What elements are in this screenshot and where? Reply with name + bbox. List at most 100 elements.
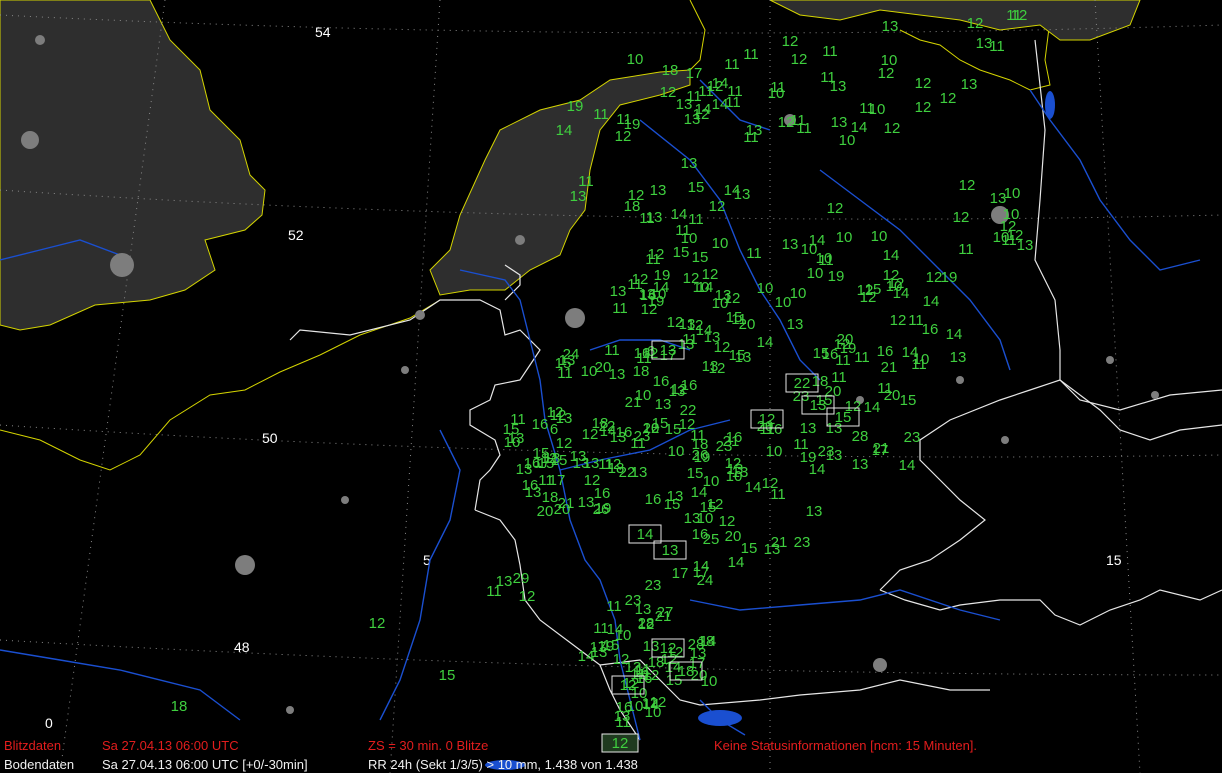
precip-value-label: 21 bbox=[771, 534, 788, 551]
precip-value-label: 13 bbox=[570, 188, 587, 205]
precip-value-label: 19 bbox=[654, 267, 671, 284]
city-munich bbox=[35, 35, 45, 45]
precip-value-label: 12 bbox=[953, 209, 970, 226]
precip-value-label: 12 bbox=[714, 339, 731, 356]
precip-value-label: 12 bbox=[791, 51, 808, 68]
precip-value-label: 12 bbox=[782, 33, 799, 50]
precip-value-label: 15 bbox=[900, 392, 917, 409]
precip-value-label: 12 bbox=[940, 90, 957, 107]
precip-value-label: 11 bbox=[743, 46, 759, 63]
precip-value-label: 13 bbox=[516, 461, 533, 478]
precip-value-label: 28 bbox=[852, 428, 869, 445]
boxed-station-value: 13 bbox=[662, 542, 679, 559]
precip-value-label: 14 bbox=[864, 399, 881, 416]
precip-value-label: 11 bbox=[831, 369, 847, 386]
precip-value-label: 10 bbox=[913, 351, 930, 368]
precip-value-label: 14 bbox=[946, 326, 963, 343]
precip-value-label: 10 bbox=[668, 443, 685, 460]
precip-value-label: 13 bbox=[990, 190, 1007, 207]
precip-value-label: 13 bbox=[643, 638, 660, 655]
precip-value-label: 11 bbox=[958, 241, 974, 258]
precip-value-label: 15 bbox=[673, 244, 690, 261]
city-small-7 bbox=[956, 376, 964, 384]
precip-value-label: 12 bbox=[778, 114, 795, 131]
precip-value-label: 23 bbox=[794, 534, 811, 551]
precip-value-label: 13 bbox=[650, 182, 667, 199]
precip-value-label: 19 bbox=[828, 268, 845, 285]
precip-value-label: 23 bbox=[634, 428, 651, 445]
precip-value-label: 13 bbox=[831, 114, 848, 131]
precip-value-label: 16 bbox=[922, 321, 939, 338]
precip-value-label: 10 bbox=[871, 228, 888, 245]
precip-value-label: 13 bbox=[646, 209, 663, 226]
precip-value-label: 29 bbox=[513, 570, 530, 587]
precip-value-label: 10 bbox=[790, 285, 807, 302]
precip-value-label: 12 bbox=[857, 282, 874, 299]
precip-value-label: 14 bbox=[899, 457, 916, 474]
precip-value-label: 12 bbox=[660, 84, 677, 101]
precip-value-label: 11 bbox=[510, 411, 526, 428]
lake-baltic bbox=[1045, 91, 1055, 119]
precip-value-label: 12 bbox=[915, 99, 932, 116]
precip-value-label: 11 bbox=[877, 380, 893, 397]
precip-value-label: 11 bbox=[578, 173, 594, 190]
precip-value-label: 23 bbox=[645, 577, 662, 594]
precip-value-label: 13 bbox=[678, 336, 695, 353]
precip-value-label: 12 bbox=[709, 198, 726, 215]
precip-value-label: 12 bbox=[582, 426, 599, 443]
precip-value-label: 21 bbox=[625, 394, 642, 411]
precip-value-label: 13 bbox=[787, 316, 804, 333]
precip-value-label: 12 bbox=[615, 128, 632, 145]
precip-value-label: 14 bbox=[607, 621, 624, 638]
boxed-station-value: 14 bbox=[637, 526, 654, 543]
precip-value-label: 11 bbox=[746, 245, 762, 262]
precip-value-label: 18 bbox=[692, 436, 709, 453]
precip-value-label: 13 bbox=[727, 461, 744, 478]
precip-value-label: 20 bbox=[725, 528, 742, 545]
city-small-1 bbox=[341, 496, 349, 504]
lon-label-0: 0 bbox=[45, 715, 53, 731]
city-brussels bbox=[415, 310, 425, 320]
precip-value-label: 13 bbox=[882, 18, 899, 35]
precip-value-label: 13 bbox=[961, 76, 978, 93]
precip-value-label: 17 bbox=[549, 472, 566, 489]
precip-value-label: 15 bbox=[692, 249, 709, 266]
precip-value-label: 21 bbox=[723, 433, 740, 450]
city-small-8 bbox=[286, 706, 294, 714]
precip-value-label: 11 bbox=[606, 598, 622, 615]
precip-value-label: 14 bbox=[745, 479, 762, 496]
boxed-station-value: 12 bbox=[620, 677, 637, 694]
precip-value-label: 12 bbox=[632, 271, 649, 288]
precip-value-label: 17 bbox=[590, 639, 607, 656]
precip-value-label: 17 bbox=[672, 565, 689, 582]
precip-value-label: 12 bbox=[671, 381, 688, 398]
precip-value-label: 12 bbox=[926, 269, 943, 286]
precip-value-label: 21 bbox=[655, 608, 672, 625]
precip-value-label: 11 bbox=[793, 436, 809, 453]
precip-value-label: 13 bbox=[681, 155, 698, 172]
precip-value-label: 12 bbox=[1011, 7, 1028, 24]
weather-map[interactable]: 54 52 50 48 5 15 0 131413131514121211141… bbox=[0, 0, 1222, 773]
precip-value-label: 14 bbox=[809, 232, 826, 249]
precip-value-label: 10 bbox=[836, 229, 853, 246]
city-paris bbox=[235, 555, 255, 575]
lat-label-48: 48 bbox=[234, 639, 250, 655]
precip-value-label: 13 bbox=[684, 111, 701, 128]
precip-value-label: 13 bbox=[631, 464, 648, 481]
precip-value-label: 18 bbox=[624, 198, 641, 215]
precip-value-label: 16 bbox=[822, 346, 839, 363]
precip-value-label: 12 bbox=[667, 314, 684, 331]
precip-value-label: 13 bbox=[556, 410, 573, 427]
precip-value-label: 12 bbox=[642, 695, 659, 712]
precip-value-label: 25 bbox=[703, 531, 720, 548]
precip-value-label: 14 bbox=[883, 247, 900, 264]
precip-value-label: 11 bbox=[1001, 232, 1017, 249]
precip-value-label: 13 bbox=[826, 447, 843, 464]
precip-value-label: 11 bbox=[724, 56, 740, 73]
boxed-station-value: 12 bbox=[660, 640, 677, 657]
precip-value-label: 11 bbox=[989, 38, 1005, 55]
precip-value-label: 19 bbox=[648, 293, 665, 310]
precip-value-label: 18 bbox=[633, 363, 650, 380]
precip-value-label: 17 bbox=[686, 65, 703, 82]
precip-value-label: 10 bbox=[766, 443, 783, 460]
